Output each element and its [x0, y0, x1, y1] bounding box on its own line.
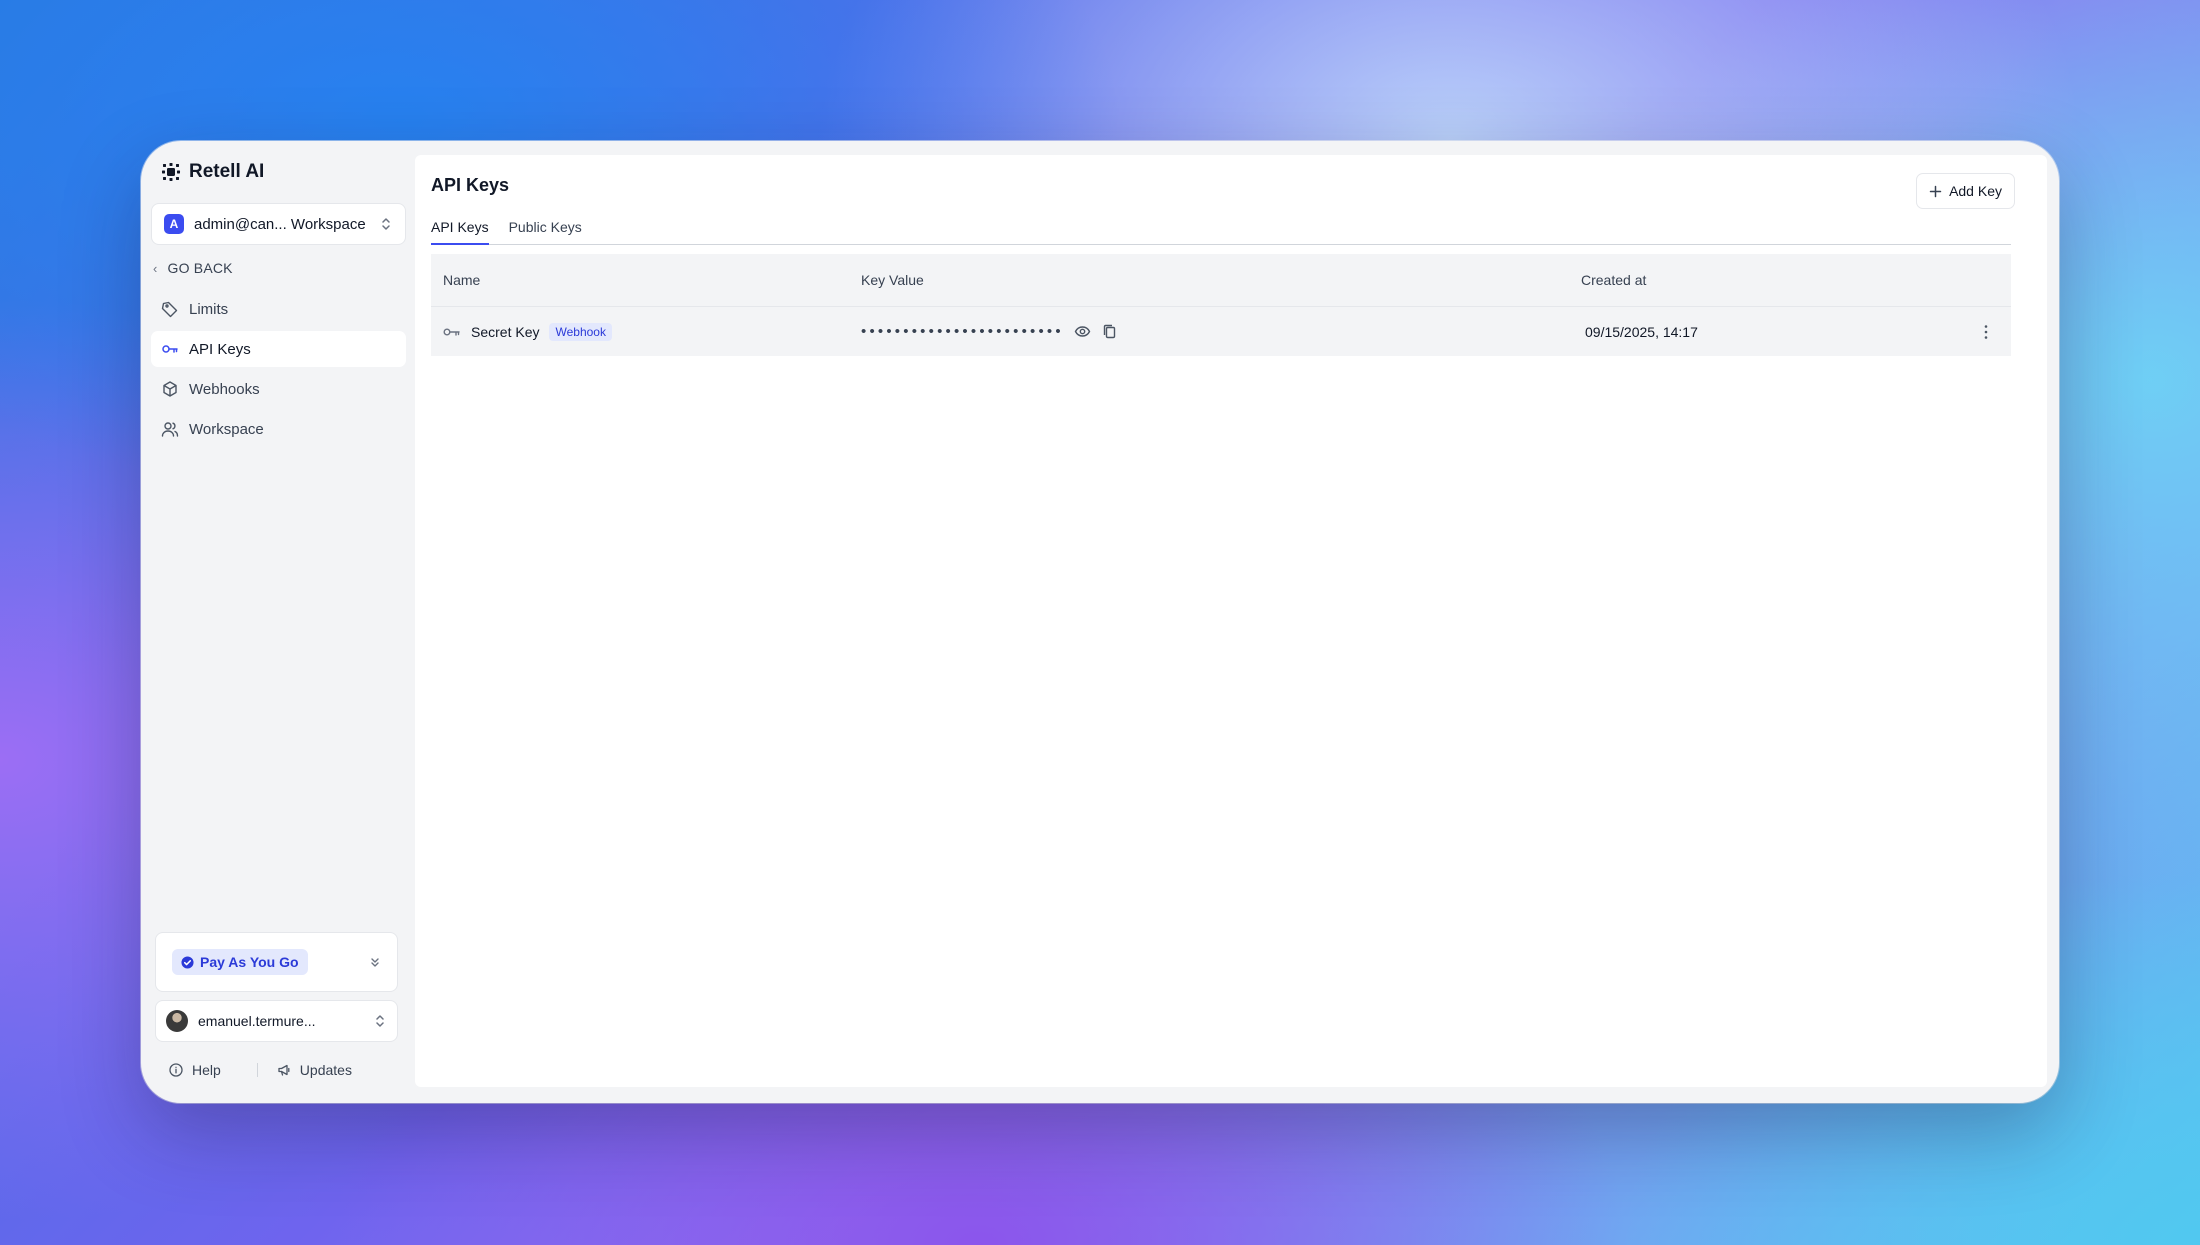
cell-key-value: •••••••••••••••••••••••• — [861, 323, 1581, 340]
users-icon — [161, 422, 179, 437]
help-label: Help — [192, 1062, 221, 1078]
key-name: Secret Key — [471, 323, 540, 340]
brand[interactable]: Retell AI — [161, 159, 264, 185]
sidebar: Retell AI A admin@can... Workspace ‹ GO … — [141, 141, 415, 1103]
column-header-name: Name — [443, 272, 481, 288]
masked-key: •••••••••••••••••••••••• — [861, 323, 1064, 340]
sidebar-item-api-keys[interactable]: API Keys — [151, 331, 406, 367]
sidebar-item-label: Limits — [189, 300, 229, 318]
table-row[interactable]: Secret Key Webhook •••••••••••••••••••••… — [431, 306, 2011, 356]
chevrons-down-icon — [371, 958, 379, 967]
help-link[interactable]: Help — [169, 1062, 221, 1078]
cell-name: Secret Key Webhook — [431, 322, 861, 341]
plan-card[interactable]: Pay As You Go — [155, 932, 398, 992]
tab-api-keys[interactable]: API Keys — [431, 211, 489, 245]
workspace-select[interactable]: A admin@can... Workspace — [151, 203, 406, 245]
plus-icon — [1929, 185, 1942, 197]
megaphone-icon — [278, 1064, 290, 1076]
user-name: emanuel.termure... — [198, 1013, 316, 1029]
user-menu[interactable]: emanuel.termure... — [155, 1000, 398, 1042]
cell-created-at: 09/15/2025, 14:17 — [1585, 323, 1698, 340]
brand-name: Retell AI — [189, 161, 265, 182]
chevron-up-down-icon — [382, 218, 390, 230]
chevron-left-icon: ‹ — [153, 260, 158, 276]
eye-icon[interactable] — [1074, 323, 1091, 340]
webhook-badge: Webhook — [549, 322, 612, 341]
copy-icon[interactable] — [1101, 323, 1118, 340]
api-keys-table: Name Key Value Created at Secret Key Web… — [431, 254, 2011, 356]
sidebar-footer: Help Updates — [169, 1059, 352, 1081]
plan-label: Pay As You Go — [200, 954, 299, 970]
workspace-label: admin@can... Workspace — [194, 215, 366, 233]
tag-icon — [161, 301, 178, 318]
main-panel: API Keys Add Key API Keys Public Keys Na… — [415, 155, 2047, 1087]
column-header-created-at: Created at — [1581, 272, 1647, 288]
sidebar-nav: Limits API Keys Webhooks Workspace — [151, 291, 406, 451]
app-window: Retell AI A admin@can... Workspace ‹ GO … — [141, 141, 2059, 1103]
workspace-avatar: A — [164, 214, 184, 234]
page-title: API Keys — [431, 175, 510, 195]
sidebar-item-workspace[interactable]: Workspace — [151, 411, 406, 447]
table-header: Name Key Value Created at — [431, 254, 2011, 306]
chevron-up-down-icon — [376, 1015, 384, 1027]
sidebar-item-label: API Keys — [189, 340, 251, 358]
go-back-link[interactable]: ‹ GO BACK — [153, 258, 233, 278]
add-key-button[interactable]: Add Key — [1916, 173, 2015, 209]
cube-icon — [163, 381, 177, 397]
sidebar-item-limits[interactable]: Limits — [151, 291, 406, 327]
plan-badge: Pay As You Go — [172, 949, 308, 975]
retell-logo-icon — [162, 163, 180, 181]
go-back-label: GO BACK — [167, 260, 233, 276]
cell-actions — [1961, 324, 2011, 340]
avatar — [166, 1010, 188, 1032]
key-icon — [162, 345, 178, 353]
sidebar-item-label: Webhooks — [189, 380, 260, 398]
more-vertical-icon[interactable] — [1984, 324, 1988, 340]
updates-label: Updates — [299, 1062, 352, 1078]
info-icon — [169, 1063, 183, 1077]
key-icon — [443, 328, 460, 336]
sidebar-item-webhooks[interactable]: Webhooks — [151, 371, 406, 407]
sidebar-item-label: Workspace — [189, 420, 264, 438]
column-header-key-value: Key Value — [861, 272, 924, 288]
tab-public-keys[interactable]: Public Keys — [509, 211, 582, 245]
updates-link[interactable]: Updates — [277, 1062, 352, 1078]
divider — [256, 1063, 258, 1077]
check-circle-icon — [181, 955, 194, 969]
add-key-label: Add Key — [1949, 183, 2002, 199]
tab-bar: API Keys Public Keys — [431, 211, 2011, 245]
